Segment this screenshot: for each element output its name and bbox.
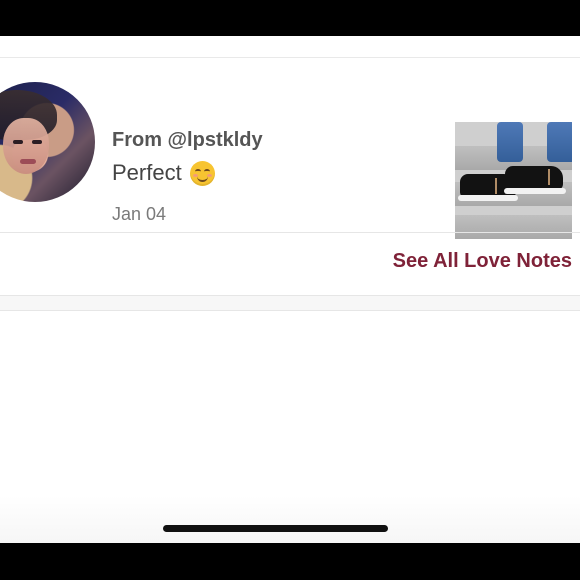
home-indicator[interactable] [163, 525, 388, 532]
mid-divider [0, 232, 580, 233]
note-message-text: Perfect [112, 160, 182, 185]
product-thumb-zip [495, 178, 497, 194]
product-thumb-sole [458, 195, 518, 201]
see-all-love-notes-link[interactable]: See All Love Notes [393, 250, 572, 273]
love-note-row[interactable]: From @lpstkldy Perfect Jan 04 [0, 76, 580, 239]
note-message: Perfect [112, 160, 215, 186]
product-thumb-step [455, 215, 572, 239]
section-separator [0, 295, 580, 311]
avatar-eye-left [13, 140, 23, 144]
love-notes-screen: From @lpstkldy Perfect Jan 04 See All Lo… [0, 36, 580, 543]
product-thumb-jeans [547, 122, 572, 162]
product-thumb-sole [504, 188, 566, 194]
note-date: Jan 04 [112, 204, 167, 224]
avatar-lips [20, 159, 36, 164]
avatar[interactable] [0, 82, 95, 202]
note-from-username[interactable]: From @lpstkldy [112, 129, 263, 152]
product-thumb-jeans [497, 122, 523, 162]
smiling-face-icon [189, 160, 215, 186]
bottom-fade [0, 496, 580, 543]
avatar-face-shape [3, 118, 49, 174]
product-thumb-zip [548, 169, 550, 185]
top-divider [0, 57, 580, 58]
product-thumb-shoe [505, 166, 563, 190]
product-thumbnail[interactable] [455, 122, 572, 239]
avatar-eye-right [32, 140, 42, 144]
